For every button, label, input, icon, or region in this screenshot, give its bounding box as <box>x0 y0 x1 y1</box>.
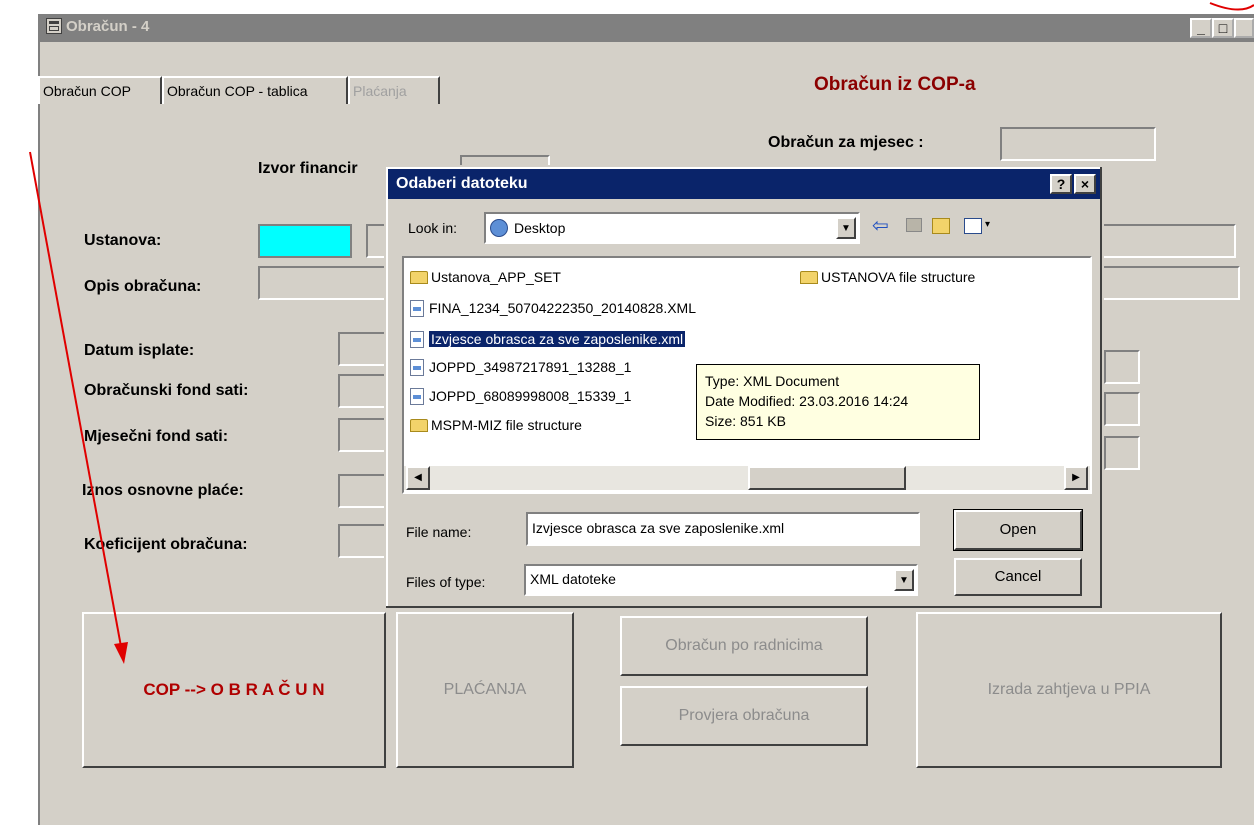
window-title: Obračun - 4 <box>66 18 150 35</box>
list-item[interactable]: USTANOVA file structure <box>800 266 975 288</box>
shared-folder-icon <box>800 270 818 284</box>
files-of-type-dropdown-icon[interactable]: ▼ <box>894 569 914 591</box>
horizontal-scrollbar[interactable] <box>404 466 1090 490</box>
list-item-selected[interactable]: Izvjesce obrasca za sve zaposlenike.xml <box>410 328 687 350</box>
dialog-title[interactable]: Odaberi datoteku <box>388 169 1100 199</box>
cancel-button[interactable]: Cancel <box>954 558 1082 596</box>
annotation-circle-icon <box>1209 2 1254 11</box>
dialog-close-icon[interactable]: × <box>1074 174 1096 194</box>
mj-fond-field[interactable] <box>338 418 388 452</box>
opis-ext-field[interactable] <box>1100 266 1240 300</box>
view-menu-arrow-icon[interactable]: ▾ <box>985 219 990 230</box>
files-of-type-label: Files of type: <box>406 574 486 590</box>
window-titlebar[interactable] <box>38 14 1254 42</box>
look-in-select[interactable]: Desktop <box>484 212 860 244</box>
ustanova-code-field[interactable] <box>258 224 352 258</box>
list-item[interactable]: JOPPD_68089998008_15339_1 <box>410 385 696 407</box>
datum-ext-field[interactable] <box>1104 350 1140 384</box>
minimize-icon[interactable]: _ <box>1190 18 1212 38</box>
shared-folder-icon <box>410 418 428 432</box>
obr-fond-ext-field[interactable] <box>1104 392 1140 426</box>
look-in-dropdown-icon[interactable]: ▼ <box>836 217 856 239</box>
tab-placanja[interactable]: Plaćanja <box>348 76 440 104</box>
file-name-input[interactable]: Izvjesce obrasca za sve zaposlenike.xml <box>526 512 920 546</box>
scroll-right-icon[interactable]: ▶ <box>1064 466 1088 490</box>
tab-obracun-cop[interactable]: Obračun COP <box>38 76 162 104</box>
scrollbar-thumb[interactable] <box>748 466 906 490</box>
xml-file-icon <box>410 330 424 348</box>
iznos-field[interactable] <box>338 474 388 508</box>
look-in-label: Look in: <box>408 220 458 236</box>
back-icon[interactable]: ⇦ <box>872 216 889 236</box>
tooltip-type: Type: XML Document <box>705 373 840 389</box>
obr-fond-field[interactable] <box>338 374 388 408</box>
close-partial-icon[interactable] <box>1234 18 1254 38</box>
xml-file-icon <box>410 358 424 376</box>
open-button[interactable]: Open <box>953 509 1083 551</box>
list-item[interactable]: MSPM-MIZ file structure <box>410 414 582 436</box>
list-item[interactable]: Ustanova_APP_SET <box>410 266 561 288</box>
obracun-po-radnicima-button[interactable]: Obračun po radnicima <box>620 616 868 676</box>
scroll-left-icon[interactable]: ◀ <box>406 466 430 490</box>
xml-file-icon <box>410 299 424 317</box>
view-menu-icon[interactable] <box>964 218 982 234</box>
tab-obracun-cop-tablica[interactable]: Obračun COP - tablica <box>162 76 348 104</box>
list-item[interactable]: JOPPD_34987217891_13288_1 <box>410 356 696 378</box>
izvor-label: Izvor financir <box>258 160 358 177</box>
tooltip-modified: Date Modified: 23.03.2016 14:24 <box>705 393 909 409</box>
obracun-mjesec-label: Obračun za mjesec : <box>768 134 924 151</box>
xml-file-icon <box>410 387 424 405</box>
look-in-value: Desktop <box>514 220 566 236</box>
page-heading: Obračun iz COP-a <box>814 74 976 95</box>
folder-icon <box>410 270 428 284</box>
app-icon[interactable] <box>46 18 62 34</box>
files-of-type-select[interactable]: XML datoteke <box>524 564 918 596</box>
mj-fond-ext-field[interactable] <box>1104 436 1140 470</box>
ustanova-ext-field[interactable] <box>1100 224 1236 258</box>
tooltip-size: Size: 851 KB <box>705 413 786 429</box>
provjera-obracuna-button[interactable]: Provjera obračuna <box>620 686 868 746</box>
maximize-icon[interactable]: □ <box>1212 18 1234 38</box>
placanja-button[interactable]: PLAĆANJA <box>396 612 574 768</box>
annotation-arrow-icon <box>29 151 128 664</box>
obracun-mjesec-field[interactable] <box>1000 127 1156 161</box>
opis-field[interactable] <box>258 266 388 300</box>
desktop-icon <box>490 219 508 237</box>
new-folder-icon[interactable] <box>932 218 950 234</box>
datum-field[interactable] <box>338 332 388 366</box>
koef-field[interactable] <box>338 524 388 558</box>
list-item[interactable]: FINA_1234_50704222350_20140828.XML <box>410 297 696 319</box>
file-name-label: File name: <box>406 524 472 540</box>
up-folder-icon[interactable] <box>906 218 922 232</box>
file-tooltip: Type: XML Document Date Modified: 23.03.… <box>696 364 980 440</box>
izrada-zahtjeva-button[interactable]: Izrada zahtjeva u PPIA <box>916 612 1222 768</box>
help-icon[interactable]: ? <box>1050 174 1072 194</box>
